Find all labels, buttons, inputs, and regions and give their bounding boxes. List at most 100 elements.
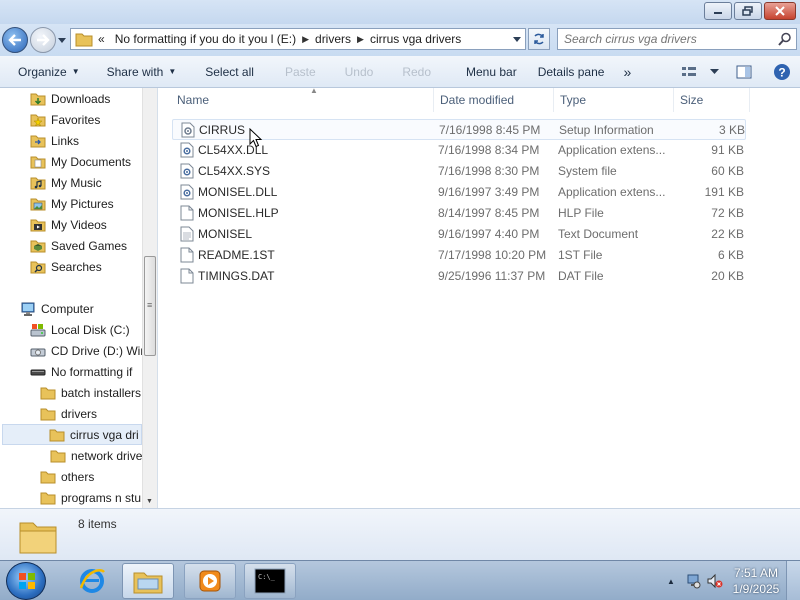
preview-pane-button[interactable] bbox=[724, 56, 764, 88]
show-hidden-icons-button[interactable]: ▲ bbox=[660, 570, 682, 592]
search-icon[interactable] bbox=[778, 32, 792, 46]
refresh-button[interactable] bbox=[528, 28, 550, 50]
nav-item-my-videos[interactable]: My Videos bbox=[30, 214, 107, 235]
file-size: 91 KB bbox=[711, 143, 744, 157]
nav-item-searches[interactable]: Searches bbox=[30, 256, 102, 277]
file-type: HLP File bbox=[558, 206, 604, 220]
nav-item-usb-drive[interactable]: No formatting if bbox=[30, 361, 132, 382]
taskbar: C:\_ ▲ 7:51 AM 1/9/2025 bbox=[0, 560, 800, 600]
nav-scrollbar[interactable]: ≡ ▼ bbox=[142, 88, 157, 508]
folder-icon bbox=[40, 471, 56, 483]
documents-folder-icon bbox=[30, 156, 46, 168]
scrollbar-thumb[interactable]: ≡ bbox=[144, 256, 156, 356]
close-button[interactable] bbox=[764, 2, 796, 20]
taskbar-media-player[interactable] bbox=[184, 563, 236, 599]
file-size: 3 KB bbox=[718, 123, 745, 137]
breadcrumb-drivers[interactable]: drivers bbox=[310, 32, 356, 46]
nav-item-label: My Videos bbox=[51, 217, 107, 232]
paste-button[interactable]: Paste bbox=[263, 56, 325, 88]
folder-icon bbox=[40, 408, 56, 420]
search-input[interactable] bbox=[558, 29, 768, 49]
nav-item-cirrus-vga-drivers[interactable]: cirrus vga dri bbox=[2, 424, 142, 445]
nav-item-label: Downloads bbox=[51, 91, 111, 106]
nav-item-network-drivers[interactable]: network drive bbox=[50, 445, 142, 466]
breadcrumb-separator-icon[interactable]: ▶ bbox=[356, 34, 365, 45]
column-header-date[interactable]: Date modified bbox=[434, 88, 554, 112]
nav-item-cd-drive[interactable]: CD Drive (D:) Wir bbox=[30, 340, 144, 361]
file-row[interactable]: MONISEL.DLL 9/16/1997 3:49 PM Applicatio… bbox=[172, 182, 746, 203]
nav-item-label: Searches bbox=[51, 259, 102, 274]
breadcrumb-separator-icon[interactable]: ▶ bbox=[301, 34, 310, 45]
column-header-type[interactable]: Type bbox=[554, 88, 674, 112]
file-row[interactable]: MONISEL.HLP 8/14/1997 8:45 PM HLP File 7… bbox=[172, 203, 746, 224]
column-name-label: Name bbox=[177, 93, 210, 107]
file-row[interactable]: TIMINGS.DAT 9/25/1996 11:37 PM DAT File … bbox=[172, 266, 746, 287]
taskbar-internet-explorer[interactable] bbox=[66, 563, 118, 599]
nav-item-my-documents[interactable]: My Documents bbox=[30, 151, 131, 172]
network-tray-button[interactable] bbox=[682, 570, 704, 592]
breadcrumb-overflow[interactable]: « bbox=[93, 32, 110, 46]
start-button[interactable] bbox=[6, 562, 46, 600]
nav-item-my-music[interactable]: My Music bbox=[30, 172, 102, 193]
internet-explorer-icon bbox=[79, 569, 105, 593]
system-clock[interactable]: 7:51 AM 1/9/2025 bbox=[726, 565, 786, 597]
media-player-icon bbox=[199, 570, 221, 592]
select-all-button[interactable]: Select all bbox=[185, 56, 263, 88]
volume-tray-button[interactable] bbox=[704, 570, 726, 592]
nav-item-local-disk[interactable]: Local Disk (C:) bbox=[30, 319, 130, 340]
column-header-name[interactable]: Name ▲ bbox=[172, 86, 434, 112]
nav-item-downloads[interactable]: Downloads bbox=[30, 88, 110, 109]
forward-button[interactable] bbox=[30, 27, 56, 53]
nav-item-favorites[interactable]: Favorites bbox=[30, 109, 100, 130]
address-bar[interactable]: « No formatting if you do it you l (E:) … bbox=[70, 28, 526, 50]
share-with-menu[interactable]: Share with ▼ bbox=[89, 56, 186, 88]
address-dropdown-icon[interactable] bbox=[513, 35, 521, 43]
organize-menu[interactable]: Organize ▼ bbox=[0, 56, 89, 88]
nav-item-batch-installers[interactable]: batch installers bbox=[40, 382, 141, 403]
recent-pages-dropdown-icon[interactable] bbox=[58, 36, 66, 44]
menu-bar-button[interactable]: Menu bar bbox=[440, 56, 526, 88]
more-commands-button[interactable]: » bbox=[613, 56, 640, 88]
chevron-down-icon bbox=[709, 69, 719, 74]
file-row[interactable]: MONISEL 9/16/1997 4:40 PM Text Document … bbox=[172, 224, 746, 245]
nav-item-programs[interactable]: programs n stu bbox=[40, 487, 141, 508]
details-pane-button[interactable]: Details pane bbox=[526, 56, 614, 88]
system-tray: ▲ 7:51 AM 1/9/2025 bbox=[660, 561, 800, 600]
change-view-button[interactable] bbox=[674, 56, 704, 88]
file-row[interactable]: CL54XX.SYS 7/16/1998 8:30 PM System file… bbox=[172, 161, 746, 182]
breadcrumb-cirrus[interactable]: cirrus vga drivers bbox=[365, 32, 466, 46]
search-box[interactable] bbox=[557, 28, 797, 50]
column-size-label: Size bbox=[680, 93, 704, 107]
folder-icon bbox=[40, 387, 56, 399]
nav-item-my-pictures[interactable]: My Pictures bbox=[30, 193, 114, 214]
videos-folder-icon bbox=[30, 219, 46, 231]
nav-item-links[interactable]: Links bbox=[30, 130, 79, 151]
nav-item-label: Saved Games bbox=[51, 238, 128, 253]
cd-drive-icon bbox=[30, 348, 46, 356]
nav-item-saved-games[interactable]: Saved Games bbox=[30, 235, 127, 256]
view-dropdown-button[interactable] bbox=[704, 56, 724, 88]
address-row: « No formatting if you do it you l (E:) … bbox=[0, 24, 800, 56]
show-desktop-button[interactable] bbox=[786, 561, 800, 600]
file-date: 7/16/1998 8:45 PM bbox=[439, 123, 541, 137]
back-button[interactable] bbox=[2, 27, 28, 53]
taskbar-command-prompt[interactable]: C:\_ bbox=[244, 563, 296, 599]
column-type-label: Type bbox=[560, 93, 587, 107]
breadcrumb-drive[interactable]: No formatting if you do it you l (E:) bbox=[110, 32, 301, 46]
windows-logo-icon bbox=[19, 573, 35, 589]
help-button[interactable]: ? bbox=[764, 56, 800, 88]
nav-item-others[interactable]: others bbox=[40, 466, 94, 487]
scroll-down-icon[interactable]: ▼ bbox=[146, 498, 153, 505]
nav-item-drivers[interactable]: drivers bbox=[40, 403, 97, 424]
nav-item-computer[interactable]: Computer bbox=[20, 298, 94, 319]
undo-button[interactable]: Undo bbox=[325, 56, 383, 88]
organize-label: Organize bbox=[18, 64, 67, 79]
file-row[interactable]: README.1ST 7/17/1998 10:20 PM 1ST File 6… bbox=[172, 245, 746, 266]
redo-button[interactable]: Redo bbox=[382, 56, 440, 88]
minimize-button[interactable] bbox=[704, 2, 732, 20]
maximize-button[interactable] bbox=[734, 2, 762, 20]
disk-icon bbox=[30, 323, 46, 336]
taskbar-windows-explorer[interactable] bbox=[122, 563, 174, 599]
column-header-size[interactable]: Size bbox=[674, 88, 750, 112]
details-bar: 8 items bbox=[0, 508, 800, 560]
